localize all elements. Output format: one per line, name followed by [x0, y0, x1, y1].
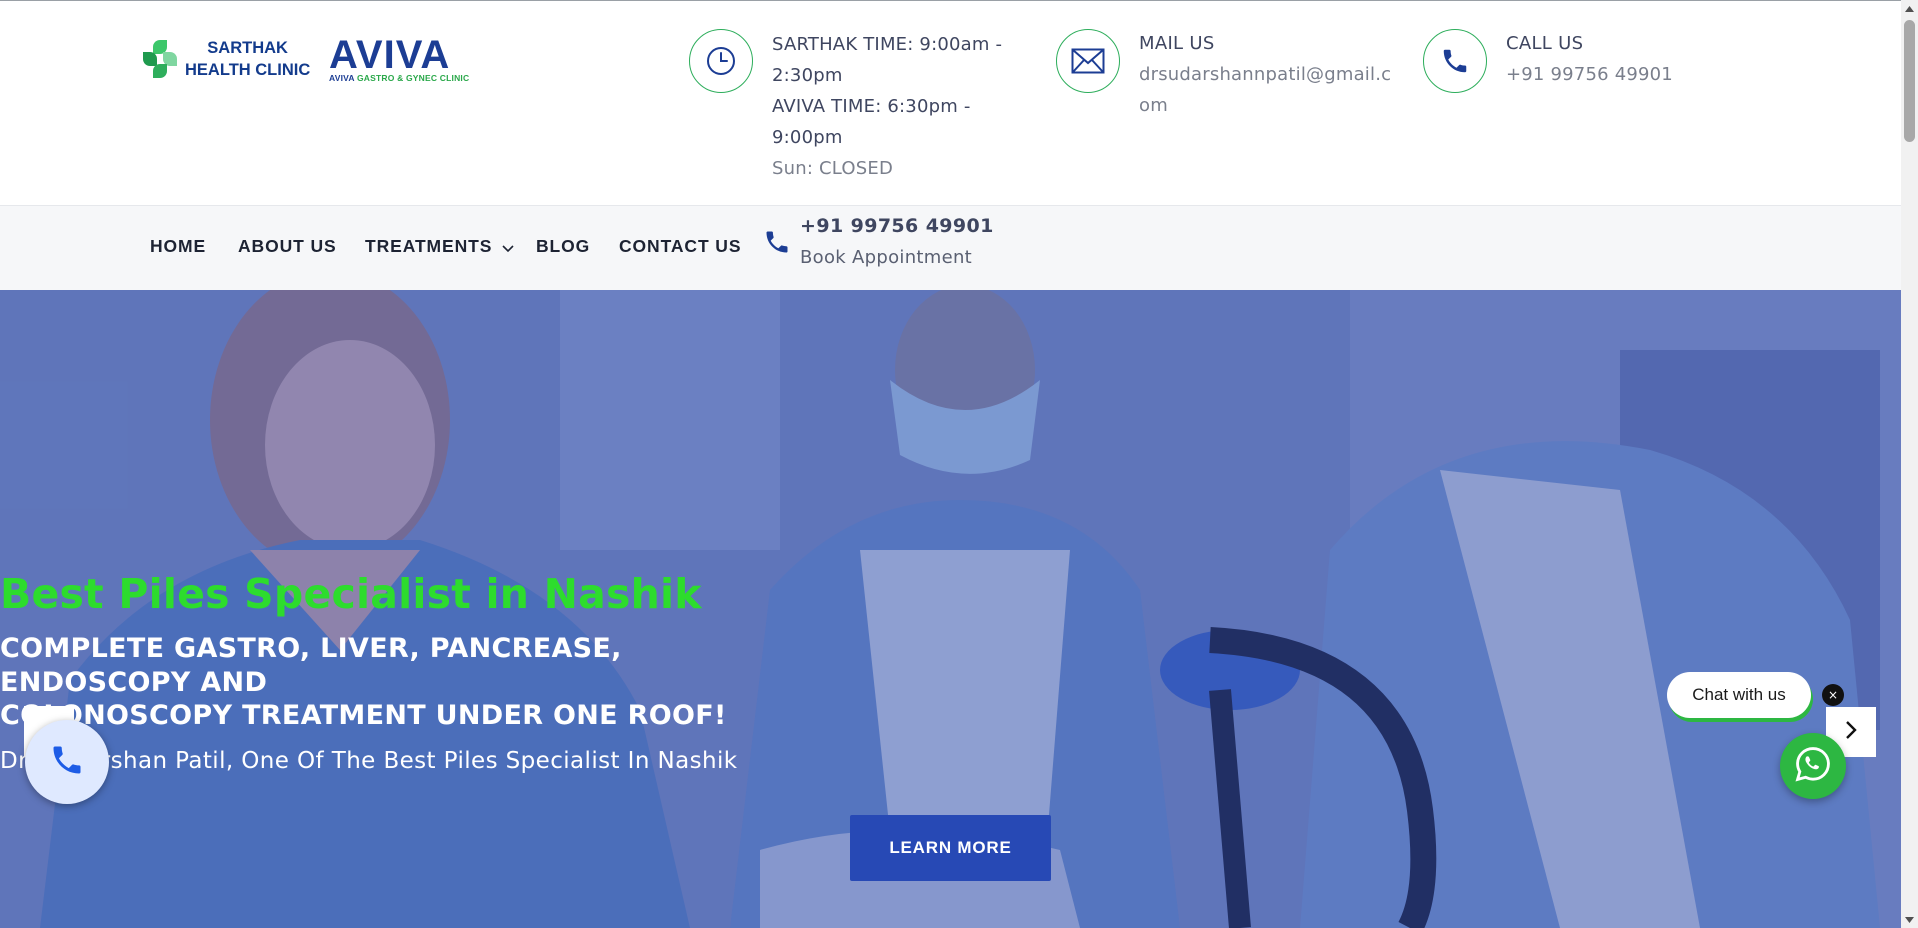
call-text: CALL US +91 99756 49901: [1506, 29, 1673, 93]
timing-line-5: Sun: CLOSED: [772, 158, 894, 179]
timing-text: SARTHAK TIME: 9:00am - 2:30pm AVIVA TIME…: [772, 29, 1002, 184]
mail-address-line-2[interactable]: om: [1139, 90, 1391, 121]
floating-call-button[interactable]: [25, 720, 109, 804]
timing-info: SARTHAK TIME: 9:00am - 2:30pm AVIVA TIME…: [689, 29, 1002, 184]
timing-line-1: SARTHAK TIME: 9:00am -: [772, 34, 1003, 55]
nav-item-contact-us[interactable]: CONTACT US: [619, 236, 741, 257]
aviva-logo-subtitle: AVIVA GASTRO & GYNEC CLINIC: [329, 73, 481, 83]
nav-phone-icon: [763, 228, 791, 260]
mail-text: MAIL US drsudarshannpatil@gmail.c om: [1139, 29, 1391, 121]
sarthak-logo-line1: SARTHAK: [207, 39, 288, 57]
nav-item-treatments-label: TREATMENTS: [365, 236, 493, 256]
mail-info: MAIL US drsudarshannpatil@gmail.c om: [1056, 29, 1391, 121]
phone-icon: [49, 742, 85, 782]
learn-more-button[interactable]: LEARN MORE: [850, 815, 1051, 881]
nav-item-blog[interactable]: BLOG: [536, 236, 590, 257]
sarthak-logo-line2: HEALTH CLINIC: [185, 61, 311, 79]
timing-line-3: AVIVA TIME: 6:30pm -: [772, 96, 971, 117]
phone-icon: [1423, 29, 1487, 93]
chevron-down-icon: [502, 237, 514, 258]
mail-title: MAIL US: [1139, 33, 1215, 54]
chevron-right-icon: [1844, 720, 1858, 744]
hero-subheading: COMPLETE GASTRO, LIVER, PANCREASE, ENDOS…: [0, 632, 1901, 733]
call-title: CALL US: [1506, 33, 1584, 54]
scroll-down-arrow-icon[interactable]: [1901, 911, 1918, 928]
mail-icon: [1056, 29, 1120, 93]
sarthak-leaf-icon: [141, 38, 179, 80]
aviva-sub-a: AVIVA: [329, 73, 355, 83]
call-info: CALL US +91 99756 49901: [1423, 29, 1673, 93]
hero-slider: Best Piles Specialist in Nashik COMPLETE…: [0, 290, 1901, 928]
nav-phone-number[interactable]: +91 99756 49901: [800, 215, 994, 237]
hero-subheading-line-3: COLONOSCOPY TREATMENT UNDER ONE ROOF!: [0, 700, 727, 731]
timing-line-2: 2:30pm: [772, 65, 843, 86]
nav-item-about-us[interactable]: ABOUT US: [238, 236, 337, 257]
whatsapp-button[interactable]: [1780, 733, 1846, 799]
hero-heading: Best Piles Specialist in Nashik: [0, 570, 702, 618]
aviva-logo[interactable]: AVIVA AVIVA GASTRO & GYNEC CLINIC: [329, 35, 481, 83]
hero-subheading-line-1: COMPLETE GASTRO, LIVER, PANCREASE,: [0, 633, 622, 664]
call-number[interactable]: +91 99756 49901: [1506, 59, 1673, 90]
sarthak-logo-text: SARTHAK HEALTH CLINIC: [185, 37, 310, 81]
sarthak-logo[interactable]: SARTHAK HEALTH CLINIC: [141, 37, 310, 81]
nav-item-home[interactable]: HOME: [150, 236, 206, 257]
chat-with-us-bubble[interactable]: Chat with us: [1667, 672, 1811, 718]
chat-close-button[interactable]: ×: [1822, 684, 1844, 706]
scroll-up-arrow-icon[interactable]: [1901, 0, 1918, 17]
hero-description: Dr. Sudarshan Patil, One Of The Best Pil…: [0, 748, 738, 774]
nav-item-treatments[interactable]: TREATMENTS: [365, 236, 514, 258]
page-scrollbar[interactable]: [1901, 0, 1918, 928]
aviva-logo-word: AVIVA: [329, 33, 451, 77]
main-nav: HOME ABOUT US TREATMENTS BLOG CONTACT US…: [0, 206, 1901, 290]
clock-icon: [689, 29, 753, 93]
aviva-sub-b: GASTRO & GYNEC CLINIC: [356, 73, 470, 83]
top-header: SARTHAK HEALTH CLINIC AVIVA AVIVA GASTRO…: [0, 0, 1901, 206]
scrollbar-thumb[interactable]: [1904, 20, 1915, 142]
mail-address-line-1[interactable]: drsudarshannpatil@gmail.c: [1139, 59, 1391, 90]
timing-line-4: 9:00pm: [772, 127, 843, 148]
whatsapp-icon: [1794, 745, 1832, 787]
book-appointment-link[interactable]: Book Appointment: [800, 247, 972, 268]
hero-subheading-line-2: ENDOSCOPY AND: [0, 666, 268, 698]
